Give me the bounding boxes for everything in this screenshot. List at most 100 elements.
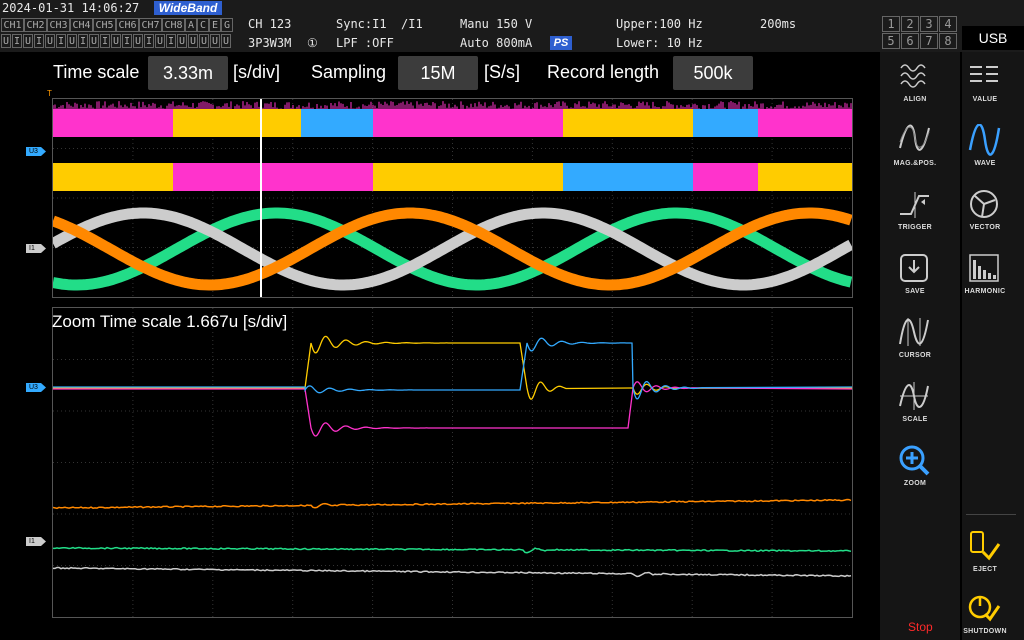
- pwm-block-lower: [758, 163, 852, 191]
- channel-cell: CH4: [70, 18, 93, 32]
- align-button[interactable]: ALIGN: [880, 60, 950, 103]
- side-menu-label: SCALE: [902, 416, 928, 423]
- lpf-label: LPF :OFF: [336, 36, 394, 50]
- channel-cell: C: [197, 18, 209, 32]
- run-state: Stop: [908, 620, 933, 634]
- input-cell: U: [1, 34, 11, 48]
- trigger-button[interactable]: TRIGGER: [880, 188, 950, 231]
- pwm-block-upper: [301, 109, 373, 137]
- group-cell[interactable]: 5: [882, 33, 900, 49]
- pwm-block-upper: [758, 109, 852, 137]
- scale-button[interactable]: SCALE: [880, 380, 950, 423]
- save-icon: [900, 254, 928, 282]
- mag-button[interactable]: MAG.&POS.: [880, 124, 950, 167]
- pwm-block-lower: [373, 163, 563, 191]
- cursor-icon: [899, 318, 929, 346]
- wave-icon: [968, 124, 1001, 156]
- status-bar: 2024-01-31 14:06:27 WideBand CH1 CH2 CH3 CH…: [0, 0, 1024, 52]
- sampling-unit: [S/s]: [484, 62, 521, 82]
- vector-icon: [970, 190, 998, 218]
- usb-indicator: USB: [962, 26, 1024, 50]
- cursor-button[interactable]: CURSOR: [880, 316, 950, 359]
- mag-pos-icon: [899, 124, 930, 151]
- pwm-block-lower: [563, 163, 693, 191]
- pwm-block-lower: [173, 163, 301, 191]
- eject-icon: [970, 531, 1001, 561]
- side-menu-label: TRIGGER: [898, 224, 932, 231]
- channel-cell: CH2: [24, 18, 47, 32]
- group-cell[interactable]: 4: [939, 16, 957, 32]
- waveform-panel[interactable]: [52, 98, 853, 298]
- scale-icon: [899, 382, 929, 410]
- input-cell: I: [56, 34, 66, 48]
- pwm-block-upper: [693, 109, 758, 137]
- current-range: Auto 800mA: [460, 36, 533, 50]
- input-cell: U: [177, 34, 187, 48]
- input-cell: U: [199, 34, 209, 48]
- pwm-block-upper: [53, 109, 173, 137]
- waveform-plot: [53, 99, 852, 297]
- input-cell: I: [100, 34, 110, 48]
- group-cell[interactable]: 1: [882, 16, 900, 32]
- ps-badge: PS: [550, 36, 572, 50]
- zoom-panel[interactable]: [52, 307, 853, 618]
- datetime: 2024-01-31 14:06:27: [2, 1, 140, 15]
- input-cell: U: [67, 34, 77, 48]
- voltage-range: Manu 150 V: [460, 17, 533, 31]
- zoom-button[interactable]: ZOOM: [880, 444, 950, 487]
- input-cell: U: [23, 34, 33, 48]
- i1-marker: I1: [26, 244, 46, 253]
- zoom-icon: [899, 445, 930, 476]
- input-cell: I: [166, 34, 176, 48]
- zoom-u3-marker: U3: [26, 383, 46, 392]
- channel-cell: A: [185, 18, 197, 32]
- zoom-i1-marker: I1: [26, 537, 46, 546]
- side-menu-label: SAVE: [905, 288, 925, 295]
- input-cell: U: [111, 34, 121, 48]
- upper-frequency: Upper:100 Hz: [616, 17, 703, 31]
- channel-cell: CH5: [93, 18, 116, 32]
- input-cell: I: [78, 34, 88, 48]
- sampling-label: Sampling: [311, 62, 387, 82]
- group-cell[interactable]: 6: [901, 33, 919, 49]
- pwm-block-upper: [173, 109, 301, 137]
- group-cell[interactable]: 7: [920, 33, 938, 49]
- channel-cell: E: [209, 18, 221, 32]
- wiring-number: ①: [307, 36, 318, 50]
- side-menu-label: ALIGN: [903, 96, 927, 103]
- zoom-title: Zoom Time scale 1.667u [s/div]: [52, 312, 288, 331]
- align-icon: [900, 64, 926, 88]
- group-cell[interactable]: 8: [939, 33, 957, 49]
- pwm-band: [53, 101, 852, 191]
- channel-label: CH 123: [248, 17, 292, 31]
- side-menu-label: ZOOM: [903, 480, 927, 487]
- input-cell: I: [34, 34, 44, 48]
- input-cell: U: [188, 34, 198, 48]
- side-menu: ALIGN VALUE MAG.&POS. WAVE TRIGGER VECTOR SAVE…: [880, 52, 1024, 640]
- group-cell[interactable]: 2: [901, 16, 919, 32]
- channel-cell: CH6: [116, 18, 139, 32]
- side-divider: [960, 52, 962, 640]
- side-menu-label: MAG.&POS.: [893, 160, 937, 167]
- input-cell: I: [122, 34, 132, 48]
- harmonic-icon: [969, 254, 999, 282]
- wiring-label: 3P3W3M: [248, 36, 292, 50]
- trigger-icon: [900, 192, 929, 218]
- input-cell: I: [12, 34, 22, 48]
- pwm-block-lower: [53, 163, 173, 191]
- side-separator: [966, 514, 1016, 515]
- input-cell: U: [221, 34, 231, 48]
- input-cell: U: [45, 34, 55, 48]
- sync-label: Sync:I1 /I1: [336, 17, 423, 31]
- group-cell[interactable]: 3: [920, 16, 938, 32]
- channel-cell: CH8: [162, 18, 185, 32]
- record-length-field[interactable]: 500k: [673, 56, 753, 90]
- input-cell: U: [155, 34, 165, 48]
- u3-marker: U3: [26, 147, 46, 156]
- side-menu-label: CURSOR: [898, 352, 932, 359]
- grid: [53, 308, 852, 617]
- save-button[interactable]: SAVE: [880, 252, 950, 295]
- time-scale-field[interactable]: 3.33m: [148, 56, 228, 90]
- sampling-field[interactable]: 15M: [398, 56, 478, 90]
- channel-cell: G: [221, 18, 233, 32]
